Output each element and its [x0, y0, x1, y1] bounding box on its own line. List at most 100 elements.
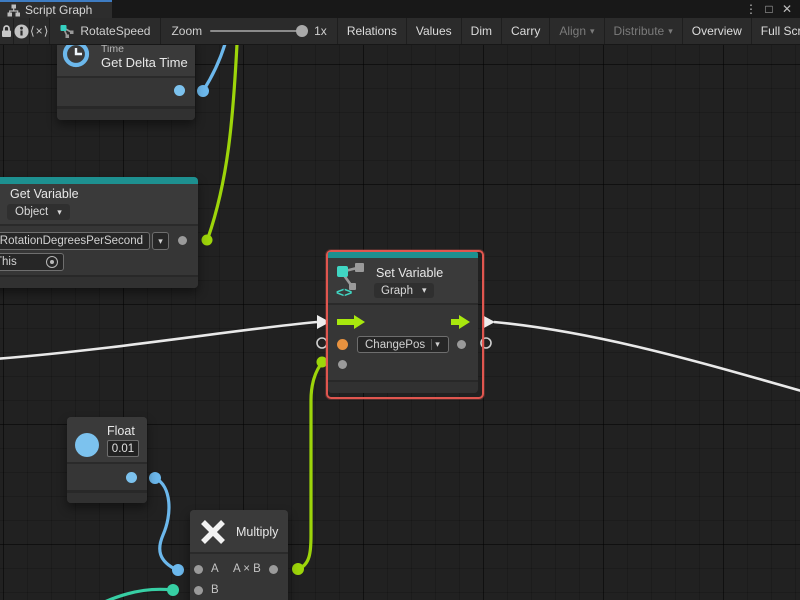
port-value-out[interactable] — [457, 340, 466, 349]
object-picker-icon[interactable] — [46, 256, 58, 268]
button-label: Values — [416, 24, 452, 38]
chevron-down-icon: ▾ — [668, 27, 673, 36]
connection-flow-left[interactable] — [0, 322, 317, 359]
node-title: Float — [107, 424, 135, 438]
zoom-value: 1x — [314, 24, 327, 38]
scope-label: Object — [15, 206, 48, 218]
menu-icon[interactable]: ⋮ — [742, 2, 760, 16]
button-label: Align — [559, 24, 586, 38]
lime-endpoint-getvariable — [202, 235, 213, 246]
chevron-down-icon: ▾ — [158, 236, 163, 247]
variable-scope-dropdown[interactable]: Object ▾ — [7, 204, 70, 220]
align-button[interactable]: Align ▾ — [550, 18, 604, 44]
variable-name-dropdown-button[interactable]: ▾ — [152, 232, 169, 250]
port-deltatime-out[interactable] — [174, 85, 185, 96]
node-footer — [0, 275, 198, 288]
script-graph-window: Time Get Delta Time Get Variable Object … — [0, 0, 800, 600]
node-float[interactable]: Float 0.01 — [67, 417, 147, 503]
blue-endpoint-float-out — [149, 472, 161, 484]
button-label: Full Screen — [761, 24, 800, 38]
button-label: Relations — [347, 24, 397, 38]
port-variable-value-out[interactable] — [178, 236, 187, 245]
connection-teal-bottom[interactable] — [96, 589, 172, 600]
node-multiply[interactable]: Multiply A A × B B — [190, 510, 288, 600]
graph-canvas[interactable]: Time Get Delta Time Get Variable Object … — [0, 45, 800, 600]
divider — [0, 224, 198, 226]
code-preview-button[interactable]: ⟨×⟩ — [30, 18, 50, 44]
variable-scope-dropdown[interactable]: Graph ▾ — [374, 283, 434, 298]
zoom-slider-handle[interactable] — [296, 25, 308, 37]
divider — [328, 303, 478, 305]
script-graph-asset-icon — [60, 24, 74, 38]
values-button[interactable]: Values — [407, 18, 462, 44]
button-label: Carry — [511, 24, 540, 38]
node-set-variable[interactable]: <> Set Variable Graph ▾ ChangePos — [328, 252, 478, 393]
port-multiply-out[interactable] — [269, 565, 278, 574]
carry-button[interactable]: Carry — [502, 18, 550, 44]
zoom-control: Zoom 1x — [161, 18, 337, 44]
port-float-out[interactable] — [126, 472, 137, 483]
node-get-delta-time[interactable]: Time Get Delta Time — [57, 38, 195, 120]
code-icon: ⟨×⟩ — [30, 24, 49, 38]
chevron-down-icon: ▾ — [432, 339, 443, 350]
port-multiply-a-in[interactable] — [194, 565, 203, 574]
node-title: Get Delta Time — [101, 55, 188, 70]
graph-icon — [7, 4, 20, 17]
full-screen-button[interactable]: Full Screen — [752, 18, 800, 44]
node-footer — [57, 106, 195, 120]
graph-breadcrumb[interactable]: RotateSpeed — [50, 18, 161, 44]
flow-in-arrow[interactable] — [337, 315, 368, 329]
connection-blue-deltatime[interactable] — [203, 44, 225, 91]
tab-script-graph[interactable]: Script Graph — [0, 0, 112, 18]
info-icon — [14, 24, 29, 39]
node-accent-bar — [0, 177, 198, 184]
zoom-label: Zoom — [171, 24, 202, 38]
divider — [57, 76, 195, 78]
zoom-slider[interactable] — [210, 30, 306, 32]
port-label-b: B — [211, 584, 219, 596]
multiply-icon — [199, 518, 227, 546]
lock-button[interactable] — [0, 18, 14, 44]
node-title: Set Variable — [376, 266, 443, 280]
port-label-a: A — [211, 563, 219, 575]
variable-name-dropdown[interactable]: ChangePos ▾ — [357, 336, 449, 353]
variable-name-field[interactable]: RotationDegreesPerSecond — [0, 232, 150, 250]
node-title: Get Variable — [10, 187, 79, 201]
relations-button[interactable]: Relations — [338, 18, 407, 44]
port-label-result: A × B — [233, 563, 261, 575]
toolbar: ⟨×⟩ RotateSpeed Zoom 1x Relations Values — [0, 18, 800, 45]
graph-name: RotateSpeed — [80, 24, 150, 38]
variable-name: ChangePos — [363, 339, 425, 351]
variable-name: RotationDegreesPerSecond — [0, 235, 143, 247]
chevron-down-icon: ▾ — [57, 208, 62, 217]
button-label: Overview — [692, 24, 742, 38]
node-footer — [67, 490, 147, 503]
float-value-input[interactable]: 0.01 — [107, 440, 139, 457]
connection-blue-float[interactable] — [155, 478, 177, 570]
blue-endpoint-deltatime — [197, 85, 209, 97]
info-button[interactable] — [14, 18, 30, 44]
port-target-gameobject[interactable] — [337, 339, 348, 350]
divider — [190, 552, 288, 554]
maximize-icon[interactable]: □ — [760, 2, 778, 16]
distribute-button[interactable]: Distribute ▾ — [605, 18, 683, 44]
node-footer — [328, 380, 478, 393]
tab-bar: Script Graph ⋮ □ ✕ — [0, 0, 800, 18]
node-get-variable[interactable]: Get Variable Object ▾ RotationDegreesPer… — [0, 177, 198, 288]
button-label: Distribute — [614, 24, 665, 38]
port-value-in[interactable] — [338, 360, 347, 369]
port-multiply-b-in[interactable] — [194, 586, 203, 595]
connection-lime-multiply[interactable] — [298, 363, 322, 569]
lime-endpoint-multiply-out — [292, 563, 304, 575]
divider — [67, 462, 147, 464]
close-icon[interactable]: ✕ — [778, 2, 796, 16]
tab-title: Script Graph — [25, 3, 92, 17]
target-label: This — [0, 256, 17, 268]
flow-out-arrow[interactable] — [451, 315, 473, 329]
dim-button[interactable]: Dim — [462, 18, 502, 44]
float-icon — [75, 433, 99, 457]
connection-flow-right[interactable] — [494, 322, 800, 392]
float-value: 0.01 — [112, 443, 134, 455]
blue-endpoint-multiply-a — [172, 564, 184, 576]
overview-button[interactable]: Overview — [683, 18, 752, 44]
